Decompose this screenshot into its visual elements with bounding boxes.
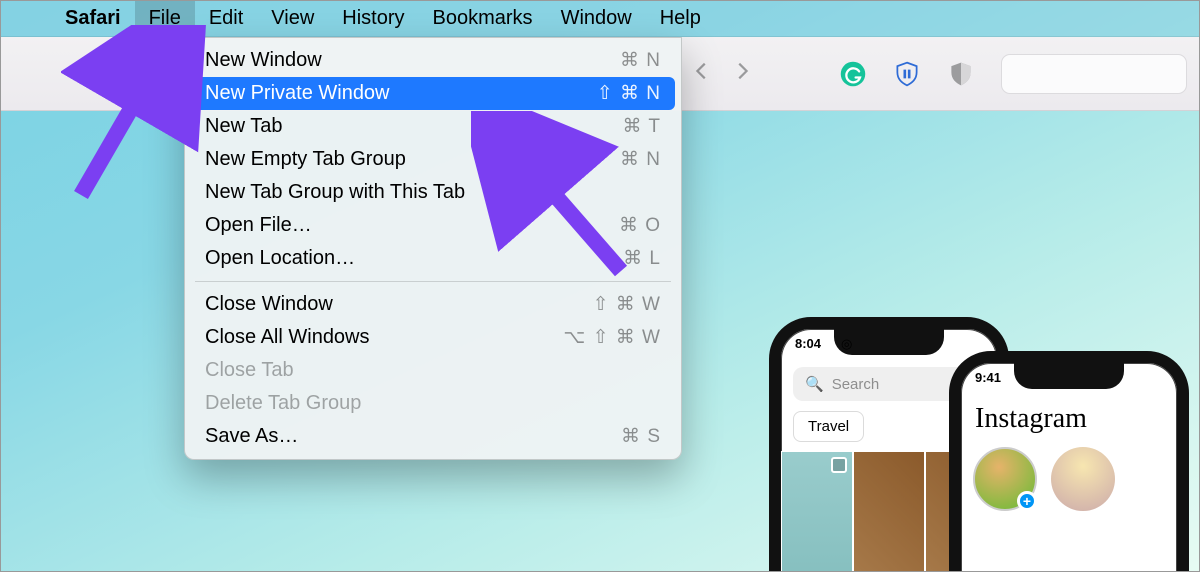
stories-tray[interactable]: + [961, 447, 1177, 511]
pause-shield-icon[interactable] [893, 60, 921, 88]
menu-help[interactable]: Help [646, 1, 715, 37]
grammarly-icon[interactable] [839, 60, 867, 88]
phone-notch [1014, 363, 1124, 389]
menu-item-delete-tab-group: Delete Tab Group [191, 387, 675, 420]
instagram-glyph-icon: ◎ [841, 336, 852, 352]
menu-item-label: Delete Tab Group [205, 392, 361, 415]
instagram-logo: Instagram [975, 403, 1087, 435]
menu-item-close-window[interactable]: Close Window ⇧ ⌘ W [191, 288, 675, 321]
menu-bookmarks[interactable]: Bookmarks [419, 1, 547, 37]
search-placeholder: Search [832, 376, 880, 393]
category-chip-travel[interactable]: Travel [793, 411, 864, 442]
menu-item-label: Open Location… [205, 247, 355, 270]
menu-item-label: Close All Windows [205, 326, 370, 349]
status-time: 9:41 [975, 370, 1001, 385]
menu-item-label: New Window [205, 49, 322, 72]
menu-item-label: Save As… [205, 425, 298, 448]
forward-button[interactable] [731, 60, 753, 87]
menu-item-label: Close Window [205, 293, 333, 316]
menu-item-label: New Empty Tab Group [205, 148, 406, 171]
carousel-icon [831, 457, 847, 473]
menu-item-label: New Tab Group with This Tab [205, 181, 465, 204]
menu-item-label: New Private Window [205, 82, 390, 105]
menu-item-close-all-windows[interactable]: Close All Windows ⌥ ⇧ ⌘ W [191, 321, 675, 354]
menu-history[interactable]: History [328, 1, 418, 37]
menu-item-label: Open File… [205, 214, 312, 237]
menu-item-save-as[interactable]: Save As… ⌘ S [191, 420, 675, 453]
callout-arrow-icon [471, 111, 651, 291]
menu-window[interactable]: Window [547, 1, 646, 37]
your-story[interactable]: + [973, 447, 1037, 511]
back-button[interactable] [691, 60, 713, 87]
callout-arrow-icon [61, 25, 221, 205]
status-time: 8:04 [795, 336, 821, 351]
menu-item-shortcut: ⇧ ⌘ W [593, 293, 661, 316]
menu-item-label: Close Tab [205, 359, 294, 382]
phone-mockup-feed: 9:41 Instagram + [949, 351, 1189, 571]
menu-item-shortcut: ⌘ S [621, 425, 661, 448]
menu-item-close-tab: Close Tab [191, 354, 675, 387]
add-story-icon[interactable]: + [1017, 491, 1037, 511]
menu-item-new-private-window[interactable]: New Private Window ⇧ ⌘ N [191, 77, 675, 110]
search-icon: 🔍 [805, 375, 824, 393]
privacy-shield-icon[interactable] [947, 60, 975, 88]
menu-item-shortcut: ⌥ ⇧ ⌘ W [563, 326, 661, 349]
page-content-phones: 8:04 ◎ 🔍 Search Travel 9:41 Instagram + [769, 291, 1199, 571]
menu-item-shortcut: ⌘ N [620, 49, 661, 72]
menu-item-new-window[interactable]: New Window ⌘ N [191, 44, 675, 77]
menu-view[interactable]: View [257, 1, 328, 37]
address-bar[interactable] [1001, 54, 1187, 94]
story-avatar[interactable] [1051, 447, 1115, 511]
menu-item-shortcut: ⇧ ⌘ N [597, 82, 661, 105]
